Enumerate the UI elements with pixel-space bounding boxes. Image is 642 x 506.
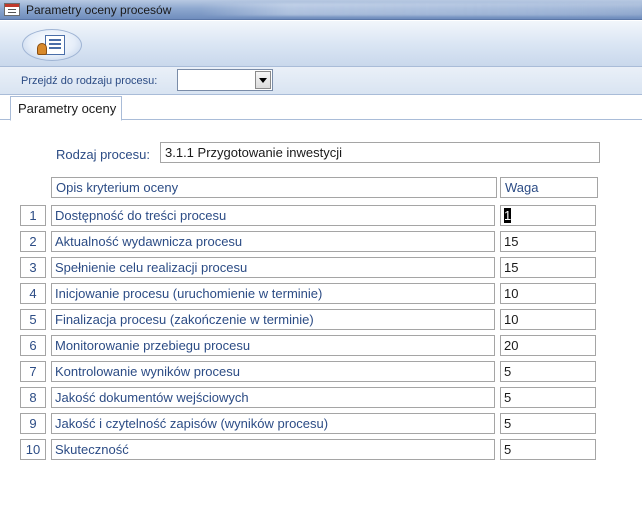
weight-value: 5: [504, 390, 512, 405]
criterion-field[interactable]: Jakość i czytelność zapisów (wyników pro…: [51, 413, 495, 434]
row-number: 9: [20, 413, 46, 434]
criterion-field[interactable]: Monitorowanie przebiegu procesu: [51, 335, 495, 356]
criterion-field[interactable]: Jakość dokumentów wejściowych: [51, 387, 495, 408]
criterion-field[interactable]: Skuteczność: [51, 439, 495, 460]
weight-value: 10: [504, 312, 519, 327]
weight-value: 10: [504, 286, 519, 301]
weight-field[interactable]: 15: [500, 231, 596, 252]
weight-value: 1: [504, 208, 512, 223]
criterion-field[interactable]: Kontrolowanie wyników procesu: [51, 361, 495, 382]
chevron-down-icon: [259, 77, 267, 83]
weight-field[interactable]: 20: [500, 335, 596, 356]
tab-parametry-oceny[interactable]: Parametry oceny: [10, 96, 122, 121]
office-button[interactable]: [22, 29, 82, 61]
weight-field[interactable]: 5: [500, 413, 596, 434]
weight-field[interactable]: 5: [500, 439, 596, 460]
row-number: 1: [20, 205, 46, 226]
goto-process-label: Przejdź do rodzaju procesu:: [21, 75, 158, 87]
criterion-header: Opis kryterium oceny: [51, 177, 497, 198]
weight-field[interactable]: 10: [500, 309, 596, 330]
criterion-field[interactable]: Finalizacja procesu (zakończenie w termi…: [51, 309, 495, 330]
row-number: 8: [20, 387, 46, 408]
criterion-field[interactable]: Inicjowanie procesu (uruchomienie w term…: [51, 283, 495, 304]
weight-value: 5: [504, 416, 512, 431]
criterion-field[interactable]: Aktualność wydawnicza procesu: [51, 231, 495, 252]
combo-dropdown-button[interactable]: [255, 71, 271, 89]
row-number: 5: [20, 309, 46, 330]
row-number: 6: [20, 335, 46, 356]
row-number: 3: [20, 257, 46, 278]
tab-strip: Parametry oceny: [0, 96, 642, 121]
weight-value: 15: [504, 234, 519, 249]
titlebar-blur: [200, 3, 642, 16]
document-icon: [45, 35, 65, 55]
criterion-field[interactable]: Spełnienie celu realizacji procesu: [51, 257, 495, 278]
window-title: Parametry oceny procesów: [26, 3, 172, 17]
process-type-field[interactable]: 3.1.1 Przygotowanie inwestycji: [160, 142, 600, 163]
row-number: 4: [20, 283, 46, 304]
row-number: 7: [20, 361, 46, 382]
weight-value: 20: [504, 338, 519, 353]
weight-field[interactable]: 1: [500, 205, 596, 226]
navigation-bar: Przejdź do rodzaju procesu:: [0, 67, 642, 95]
weight-header: Waga: [500, 177, 598, 198]
weight-value: 15: [504, 260, 519, 275]
ribbon: [0, 21, 642, 67]
weight-field[interactable]: 5: [500, 387, 596, 408]
criterion-field[interactable]: Dostępność do treści procesu: [51, 205, 495, 226]
weight-field[interactable]: 15: [500, 257, 596, 278]
weight-field[interactable]: 5: [500, 361, 596, 382]
form-body: Rodzaj procesu: 3.1.1 Przygotowanie inwe…: [0, 121, 642, 506]
row-number: 10: [20, 439, 46, 460]
row-number: 2: [20, 231, 46, 252]
window-titlebar: Parametry oceny procesów: [0, 0, 642, 20]
form-icon: [4, 3, 20, 16]
person-icon: [37, 43, 47, 55]
process-type-combo[interactable]: [177, 69, 273, 91]
weight-value: 5: [504, 364, 512, 379]
weight-value: 5: [504, 442, 512, 457]
process-type-label: Rodzaj procesu:: [56, 147, 150, 162]
weight-field[interactable]: 10: [500, 283, 596, 304]
